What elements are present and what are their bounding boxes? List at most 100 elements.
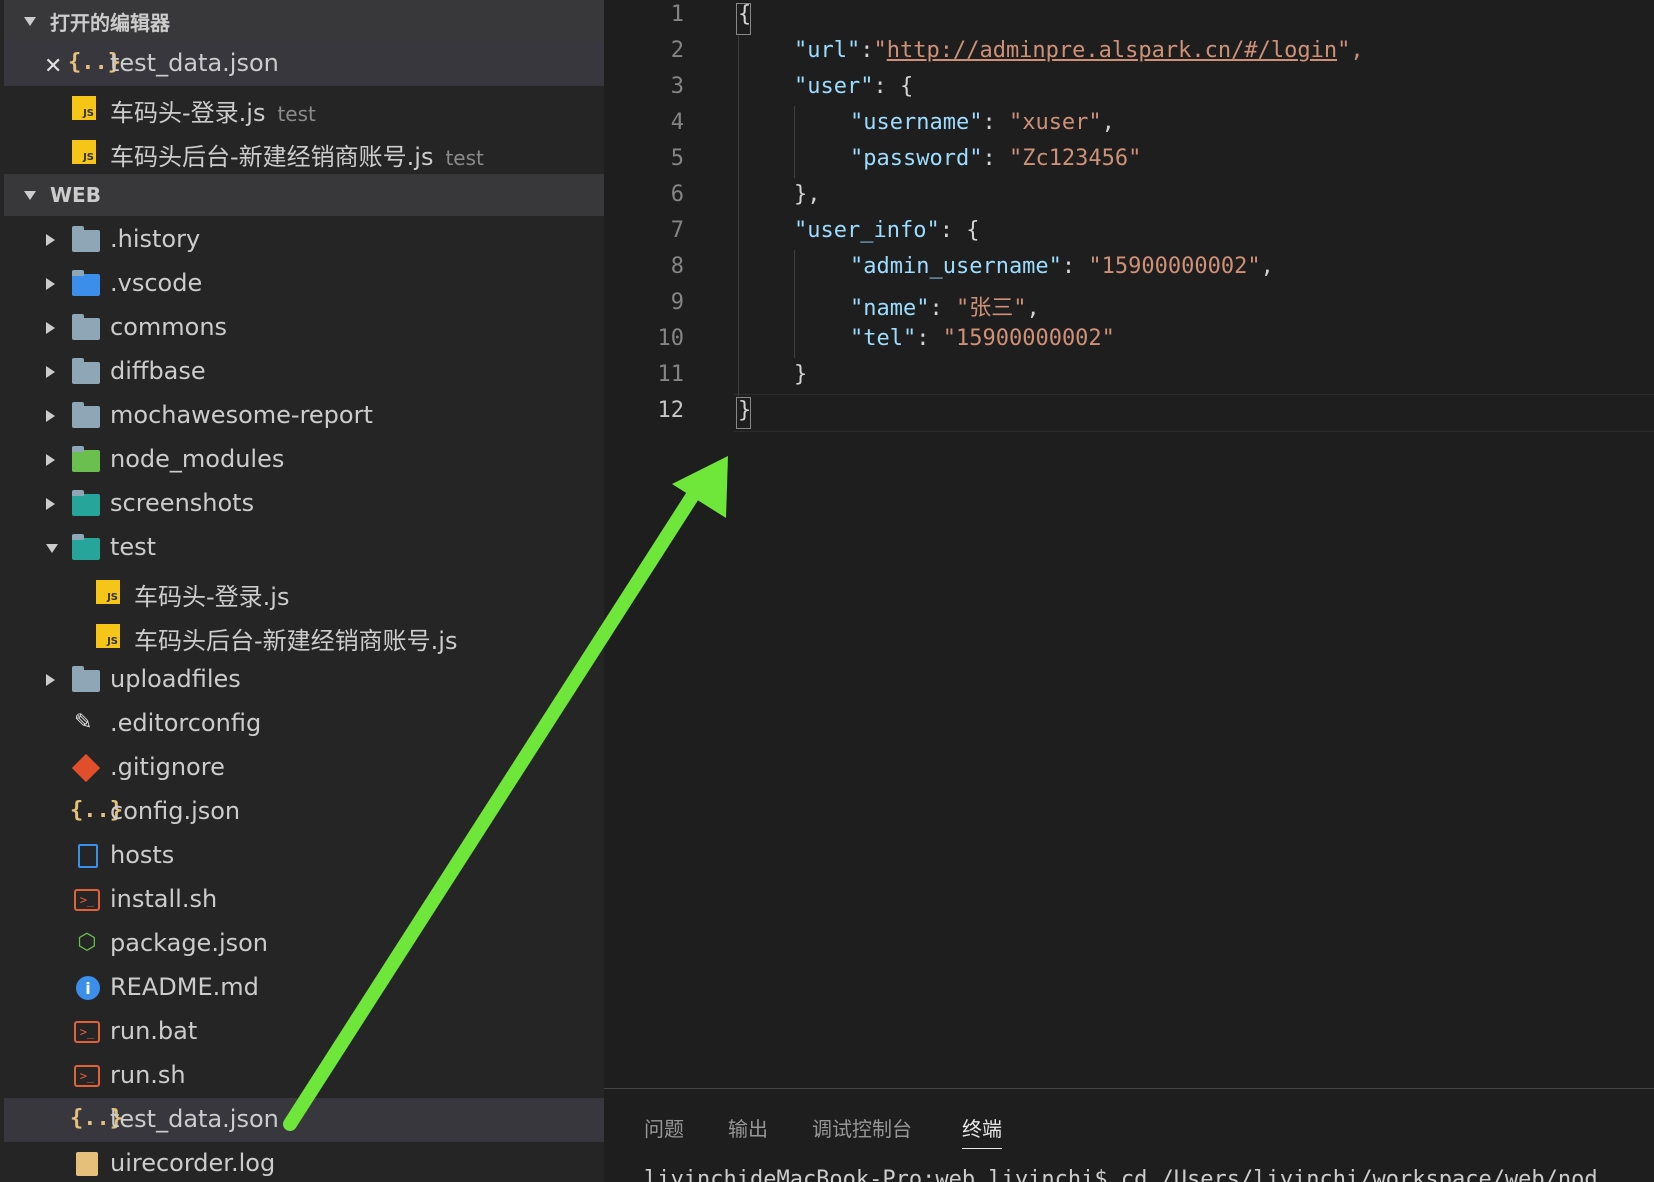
indent-guide	[794, 106, 795, 178]
open-editor-item[interactable]: JS 车码头-登录.js test	[4, 86, 604, 130]
tree-item-login-js[interactable]: JS 车码头-登录.js	[4, 570, 604, 614]
tree-item-hosts[interactable]: hosts	[4, 834, 604, 878]
code-line-2: "url":"http://adminpre.alspark.cn/#/logi…	[794, 38, 1364, 63]
tree-item-editorconfig[interactable]: ✎ .editorconfig	[4, 702, 604, 746]
line-number: 8	[670, 254, 684, 279]
line-number: 4	[670, 110, 684, 135]
file-label: test_data.json	[110, 49, 279, 77]
code-line-9: "name": "张三",	[850, 296, 1040, 321]
folder-hint: test	[277, 102, 316, 126]
tree-item-install-sh[interactable]: >_ install.sh	[4, 878, 604, 922]
code-line-4: "username": "xuser",	[850, 110, 1115, 135]
tree-item-gitignore[interactable]: .gitignore	[4, 746, 604, 790]
folder-icon	[72, 314, 100, 340]
open-editor-item[interactable]: JS 车码头后台-新建经销商账号.js test	[4, 130, 604, 174]
info-icon: i	[76, 976, 100, 1000]
line-number: 11	[657, 362, 685, 387]
line-number: 7	[670, 218, 684, 243]
folder-icon	[72, 226, 100, 252]
expand-chevron-icon[interactable]	[46, 234, 55, 246]
node-folder-icon	[72, 446, 100, 472]
folder-icon	[72, 666, 100, 692]
expand-chevron-icon[interactable]	[46, 454, 55, 466]
line-number: 2	[670, 38, 684, 63]
tree-item-dealer-js[interactable]: JS 车码头后台-新建经销商账号.js	[4, 614, 604, 658]
code-line-6: },	[794, 182, 821, 207]
terminal-icon: >_	[74, 1065, 100, 1087]
current-line-highlight	[734, 394, 1654, 432]
js-file-icon: JS	[96, 624, 120, 648]
vscode-window: 打开的编辑器 ✕ {..} test_data.json JS 车码头-登录.j…	[0, 0, 1654, 1182]
workspace-header[interactable]: WEB	[4, 174, 604, 216]
nodejs-icon: ⬡	[77, 929, 97, 955]
document-icon	[78, 844, 98, 868]
url-link[interactable]: http://adminpre.alspark.cn/#/login	[887, 38, 1337, 63]
editorconfig-icon: ✎	[74, 710, 93, 735]
terminal-icon: >_	[74, 889, 100, 911]
folder-icon	[72, 402, 100, 428]
open-editor-item[interactable]: ✕ {..} test_data.json	[4, 42, 604, 86]
collapse-triangle-icon	[24, 190, 36, 200]
code-editor[interactable]: 1 2 3 4 5 6 7 8 9 10 11 12 { "url":"http…	[604, 0, 1654, 1090]
expand-chevron-icon[interactable]	[46, 410, 55, 422]
line-number: 5	[670, 146, 684, 171]
tree-item-diffbase[interactable]: diffbase	[4, 350, 604, 394]
tree-item-run-bat[interactable]: >_ run.bat	[4, 1010, 604, 1054]
git-icon	[71, 753, 101, 783]
tree-item-test[interactable]: test	[4, 526, 604, 570]
expand-chevron-icon[interactable]	[46, 366, 55, 378]
code-line-7: "user_info": {	[794, 218, 980, 243]
line-number: 12	[657, 398, 685, 423]
indent-guide	[794, 250, 795, 358]
line-number: 3	[670, 74, 684, 99]
code-line-8: "admin_username": "15900000002",	[850, 254, 1274, 279]
tab-output[interactable]: 输出	[728, 1113, 768, 1142]
tree-item-vscode[interactable]: .vscode	[4, 262, 604, 306]
section-title: 打开的编辑器	[50, 10, 170, 35]
terminal-icon: >_	[74, 1021, 100, 1043]
tab-problems[interactable]: 问题	[644, 1113, 684, 1142]
tab-debug-console[interactable]: 调试控制台	[812, 1113, 912, 1142]
images-folder-icon	[72, 490, 100, 516]
folder-hint: test	[445, 146, 484, 170]
section-title: WEB	[50, 183, 101, 207]
tree-item-uploadfiles[interactable]: uploadfiles	[4, 658, 604, 702]
collapse-chevron-icon[interactable]	[46, 544, 58, 553]
tab-terminal[interactable]: 终端	[962, 1113, 1002, 1149]
terminal-output[interactable]: liyinchideMacBook-Pro:web liyinchi$ cd /…	[644, 1167, 1598, 1182]
line-number: 10	[657, 326, 685, 351]
tree-item-config-json[interactable]: {..} config.json	[4, 790, 604, 834]
file-label: 车码头后台-新建经销商账号.js	[110, 143, 434, 171]
tree-item-uirecorder-log[interactable]: uirecorder.log	[4, 1142, 604, 1182]
code-line-1: {	[738, 2, 752, 27]
open-editors-header[interactable]: 打开的编辑器	[4, 0, 604, 42]
js-file-icon: JS	[72, 96, 96, 120]
bottom-panel: 问题 输出 调试控制台 终端 liyinchideMacBook-Pro:web…	[604, 1088, 1654, 1182]
tree-item-node-modules[interactable]: node_modules	[4, 438, 604, 482]
tree-item-history[interactable]: .history	[4, 218, 604, 262]
line-number: 1	[670, 2, 684, 27]
code-line-5: "password": "Zc123456"	[850, 146, 1142, 171]
tree-item-commons[interactable]: commons	[4, 306, 604, 350]
code-line-10: "tel": "15900000002"	[850, 326, 1115, 351]
code-line-3: "user": {	[794, 74, 914, 99]
tree-item-screenshots[interactable]: screenshots	[4, 482, 604, 526]
tree-item-mochawesome-report[interactable]: mochawesome-report	[4, 394, 604, 438]
js-file-icon: JS	[72, 140, 96, 164]
folder-icon	[72, 358, 100, 384]
test-folder-icon	[72, 534, 100, 560]
expand-chevron-icon[interactable]	[46, 322, 55, 334]
log-file-icon	[76, 1152, 98, 1176]
tree-item-test-data-json[interactable]: {..} test_data.json	[4, 1098, 604, 1142]
tree-item-run-sh[interactable]: >_ run.sh	[4, 1054, 604, 1098]
line-number: 6	[670, 182, 684, 207]
expand-chevron-icon[interactable]	[46, 498, 55, 510]
close-icon[interactable]: ✕	[44, 54, 62, 79]
indent-guide	[738, 36, 739, 396]
expand-chevron-icon[interactable]	[46, 278, 55, 290]
line-number: 9	[670, 290, 684, 315]
code-line-12: }	[738, 398, 752, 423]
expand-chevron-icon[interactable]	[46, 674, 55, 686]
tree-item-readme[interactable]: i README.md	[4, 966, 604, 1010]
tree-item-package-json[interactable]: ⬡ package.json	[4, 922, 604, 966]
